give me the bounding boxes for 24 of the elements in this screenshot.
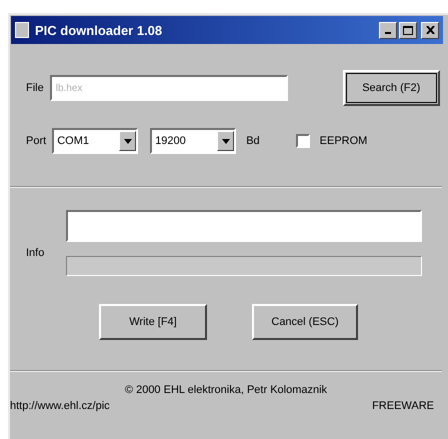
cancel-button[interactable]: Cancel (ESC) bbox=[252, 304, 358, 340]
baud-dropdown[interactable]: 19200 bbox=[150, 128, 236, 154]
maximize-icon bbox=[403, 26, 413, 34]
search-button[interactable]: Search (F2) bbox=[342, 70, 440, 106]
minimize-button[interactable] bbox=[379, 22, 397, 38]
caret-icon bbox=[119, 131, 136, 151]
file-field[interactable]: lb.hex bbox=[50, 75, 288, 101]
caret-icon bbox=[217, 131, 234, 151]
file-label: File bbox=[26, 82, 44, 94]
app-icon bbox=[15, 22, 29, 38]
license-text: FREEWARE bbox=[372, 400, 434, 412]
info-label: Info bbox=[26, 247, 46, 259]
close-icon bbox=[426, 26, 434, 34]
maximize-button[interactable] bbox=[399, 22, 417, 38]
url-text: http://www.ehl.cz/pic bbox=[10, 400, 110, 412]
write-button[interactable]: Write [F4] bbox=[99, 304, 207, 340]
baud-unit-label: Bd bbox=[246, 135, 260, 147]
copyright-text: © 2000 EHL elektronika, Petr Kolomaznik bbox=[124, 384, 328, 396]
window-title: PIC downloader 1.08 bbox=[35, 22, 164, 38]
port-dropdown[interactable]: COM1 bbox=[52, 128, 138, 154]
eeprom-checkbox[interactable] bbox=[296, 134, 310, 148]
port-label: Port bbox=[26, 135, 46, 147]
close-button[interactable] bbox=[421, 22, 439, 38]
eeprom-label[interactable]: EEPROM bbox=[320, 135, 368, 147]
